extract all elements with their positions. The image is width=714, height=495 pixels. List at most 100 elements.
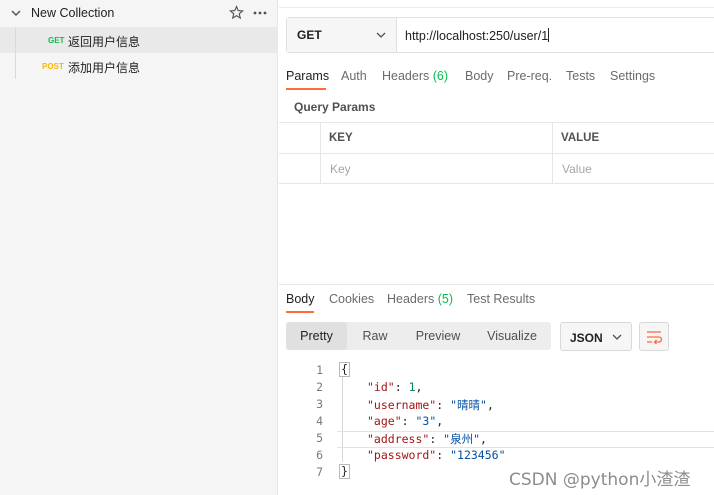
code-line: { bbox=[339, 362, 350, 377]
line-number: 6 bbox=[316, 448, 323, 462]
language-select[interactable]: JSON bbox=[560, 322, 632, 351]
text-caret bbox=[548, 28, 550, 42]
url-text: http://localhost:250/user/1 bbox=[405, 29, 549, 43]
tab-tests[interactable]: Tests bbox=[566, 69, 595, 83]
tab-headers[interactable]: Headers (6) bbox=[382, 69, 448, 83]
tab-label: Headers bbox=[382, 69, 430, 83]
code-line: "username": "晴晴", bbox=[367, 398, 494, 412]
postman-window: New Collection GET 返回用户信息 POST 添加用户信息 GE… bbox=[0, 0, 714, 495]
query-params-title: Query Params bbox=[294, 100, 376, 114]
param-key-input[interactable]: Key bbox=[330, 162, 351, 176]
code-line: "age": "3", bbox=[367, 414, 444, 428]
tab-label: Body bbox=[465, 69, 494, 83]
more-options-icon[interactable] bbox=[252, 6, 268, 20]
tab-label: Pre-req. bbox=[507, 69, 553, 83]
json-comma: , bbox=[486, 398, 494, 412]
sidebar-request-get[interactable]: GET 返回用户信息 bbox=[0, 27, 278, 53]
tree-indent-line bbox=[15, 53, 16, 79]
request-name: 添加用户信息 bbox=[68, 61, 141, 75]
response-body-editor[interactable]: 1 2 3 4 5 6 7 { "id": 1, "username": "晴晴… bbox=[279, 361, 714, 481]
tab-test-results[interactable]: Test Results bbox=[467, 292, 535, 306]
open-brace: { bbox=[339, 362, 350, 377]
line-number: 1 bbox=[316, 363, 323, 377]
tab-label: Body bbox=[286, 292, 315, 306]
method-select[interactable]: GET bbox=[287, 18, 397, 52]
json-value: 1 bbox=[408, 380, 416, 394]
active-tab-indicator bbox=[286, 311, 314, 313]
tab-label: Auth bbox=[341, 69, 367, 83]
response-divider[interactable] bbox=[279, 284, 714, 285]
view-pretty-button[interactable]: Pretty bbox=[286, 322, 347, 350]
column-header-key: KEY bbox=[329, 132, 353, 144]
tab-label: Test Results bbox=[467, 292, 536, 306]
code-line: "id": 1, bbox=[367, 380, 423, 394]
active-tab-indicator bbox=[286, 88, 326, 90]
view-mode-group: Pretty Raw Preview Visualize bbox=[286, 322, 551, 350]
star-icon[interactable] bbox=[229, 5, 244, 20]
tab-response-headers[interactable]: Headers (5) bbox=[387, 292, 453, 306]
request-name: 返回用户信息 bbox=[68, 35, 141, 49]
code-line: "password": "123456" bbox=[367, 448, 506, 462]
url-bar: GET http://localhost:250/user/1 bbox=[286, 17, 714, 53]
view-visualize-button[interactable]: Visualize bbox=[473, 322, 551, 350]
wrap-lines-icon bbox=[647, 331, 663, 345]
tab-label: Cookies bbox=[329, 292, 375, 306]
tab-auth[interactable]: Auth bbox=[341, 69, 367, 83]
tab-params[interactable]: Params bbox=[286, 69, 329, 83]
chevron-down-icon[interactable] bbox=[9, 6, 23, 20]
tab-settings[interactable]: Settings bbox=[610, 69, 655, 83]
collection-row[interactable]: New Collection bbox=[0, 0, 278, 26]
watermark: CSDN @python小渣渣 bbox=[509, 470, 691, 490]
param-value-input[interactable]: Value bbox=[562, 162, 592, 176]
json-key: "age" bbox=[367, 414, 402, 428]
collection-name: New Collection bbox=[31, 6, 115, 20]
json-value: "123456" bbox=[450, 448, 506, 462]
tab-body[interactable]: Body bbox=[465, 69, 494, 83]
tab-strip bbox=[279, 0, 714, 8]
json-key: "address" bbox=[367, 432, 430, 446]
tab-response-body[interactable]: Body bbox=[286, 292, 315, 306]
request-panel: GET http://localhost:250/user/1 Params A… bbox=[279, 0, 714, 495]
tab-label: Params bbox=[286, 69, 330, 83]
indent-guide bbox=[342, 376, 343, 462]
wrap-lines-button[interactable] bbox=[639, 322, 669, 351]
table-divider bbox=[320, 123, 321, 184]
column-header-value: VALUE bbox=[561, 132, 600, 144]
line-number: 4 bbox=[316, 414, 323, 428]
json-comma: , bbox=[480, 432, 487, 446]
params-table: KEY VALUE Key Value bbox=[279, 122, 714, 184]
tab-count: (5) bbox=[437, 292, 454, 306]
json-key: "id" bbox=[367, 380, 395, 394]
view-raw-button[interactable]: Raw bbox=[347, 322, 403, 350]
json-comma: , bbox=[415, 380, 423, 394]
sidebar-request-post[interactable]: POST 添加用户信息 bbox=[0, 53, 278, 79]
json-comma: , bbox=[436, 414, 444, 428]
json-value: "晴晴" bbox=[450, 398, 487, 412]
chevron-down-icon bbox=[612, 334, 622, 340]
json-key: "username" bbox=[367, 398, 437, 412]
json-value: "3" bbox=[415, 414, 437, 428]
close-brace: } bbox=[339, 464, 350, 479]
method-badge-get: GET bbox=[48, 36, 65, 45]
language-value: JSON bbox=[570, 331, 603, 345]
tab-label: Tests bbox=[566, 69, 596, 83]
view-preview-button[interactable]: Preview bbox=[403, 322, 473, 350]
line-number: 3 bbox=[316, 397, 323, 411]
tab-count: (6) bbox=[432, 69, 449, 83]
line-number: 2 bbox=[316, 380, 323, 394]
method-select-value: GET bbox=[297, 28, 322, 42]
code-line: "address": "泉州", bbox=[367, 432, 487, 446]
tab-cookies[interactable]: Cookies bbox=[329, 292, 374, 306]
tab-label: Settings bbox=[610, 69, 656, 83]
json-value: "泉州" bbox=[443, 432, 481, 446]
line-number: 5 bbox=[316, 431, 323, 445]
tab-pre-request[interactable]: Pre-req. bbox=[507, 69, 552, 83]
table-divider bbox=[552, 123, 553, 184]
table-divider bbox=[279, 153, 714, 154]
code-line: } bbox=[339, 464, 350, 479]
line-number: 7 bbox=[316, 465, 323, 479]
sidebar: New Collection GET 返回用户信息 POST 添加用户信息 bbox=[0, 0, 278, 495]
json-key: "password" bbox=[367, 448, 437, 462]
url-input[interactable]: http://localhost:250/user/1 bbox=[405, 28, 550, 43]
tree-indent-line bbox=[15, 27, 16, 53]
